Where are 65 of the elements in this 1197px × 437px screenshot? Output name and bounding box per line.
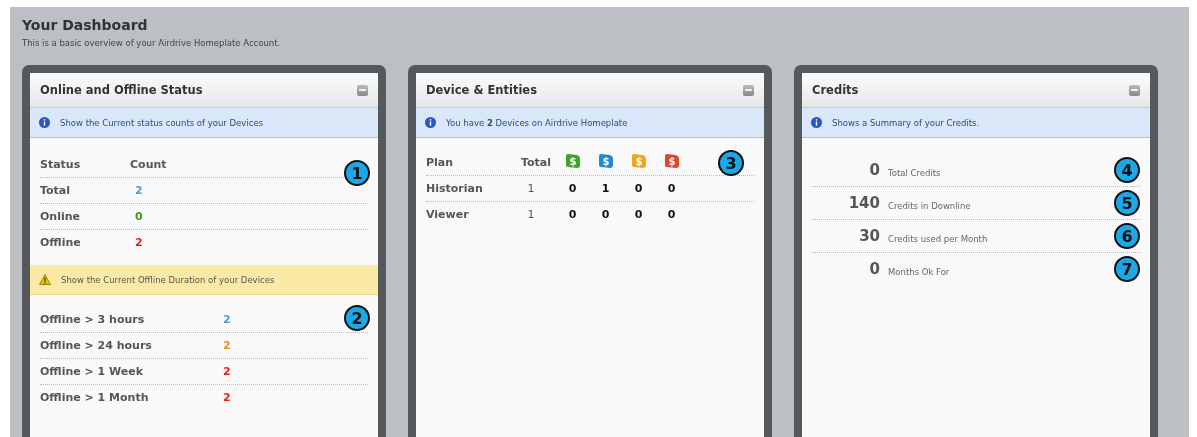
panel-title: Online and Offline Status	[40, 83, 203, 97]
info-icon	[425, 117, 436, 128]
status-count: 0	[135, 210, 144, 223]
credit-label: Credits in Downline	[888, 200, 971, 211]
status-count: 2	[135, 184, 144, 197]
collapse-button[interactable]	[743, 84, 754, 96]
credit-value: 0	[868, 260, 880, 278]
status-label: Total	[40, 184, 72, 197]
column-header: Total	[521, 156, 553, 169]
panel-title: Credits	[812, 83, 859, 97]
plan-name: Viewer	[426, 208, 470, 221]
dollar-tag-icon: $	[563, 153, 582, 169]
plan-count: 0	[666, 182, 677, 195]
credit-value: 0	[868, 161, 880, 179]
dollar-tag-icon: $	[596, 153, 615, 169]
column-header: Count	[130, 158, 168, 171]
callout-marker: 1	[344, 160, 370, 186]
callout-marker: 3	[718, 150, 744, 176]
duration-label: Offline > 3 hours	[40, 313, 146, 326]
column-header: Status	[40, 158, 82, 171]
plan-count: 0	[567, 182, 578, 195]
duration-count: 2	[223, 365, 232, 378]
credit-label: Total Credits	[888, 167, 941, 178]
plan-count: 0	[666, 208, 677, 221]
plan-count: 0	[600, 208, 611, 221]
duration-count: 2	[223, 313, 232, 326]
dollar-tag-icon: $	[662, 153, 681, 169]
plan-total: 1	[526, 208, 536, 221]
warning-text: Show the Current Offline Duration of your Devices	[61, 274, 275, 285]
status-label: Online	[40, 210, 81, 223]
info-icon	[811, 117, 822, 128]
column-header: Plan	[426, 156, 455, 169]
page-subtitle: This is a basic overview of your Airdrive Homeplate Account.	[22, 38, 282, 48]
callout-marker: 7	[1114, 256, 1140, 282]
page-title: Your Dashboard	[22, 17, 149, 33]
duration-count: 2	[223, 391, 232, 404]
info-text: Shows a Summary of your Credits.	[832, 117, 980, 128]
credit-label: Months Ok For	[888, 266, 950, 277]
collapse-button[interactable]	[1129, 84, 1140, 96]
duration-count: 2	[223, 339, 232, 352]
warning-icon	[39, 274, 51, 285]
info-text: Show the Current status counts of your Devices	[60, 117, 264, 128]
callout-marker: 5	[1114, 190, 1140, 216]
plan-count: 1	[600, 182, 611, 195]
status-label: Offline	[40, 236, 82, 249]
callout-marker: 2	[344, 305, 370, 331]
duration-label: Offline > 1 Week	[40, 365, 145, 378]
credit-value: 140	[847, 194, 880, 212]
callout-marker: 4	[1114, 157, 1140, 183]
collapse-button[interactable]	[357, 84, 368, 96]
duration-label: Offline > 24 hours	[40, 339, 153, 352]
panel-title: Device & Entities	[426, 83, 537, 97]
status-count: 2	[135, 236, 144, 249]
plan-count: 0	[633, 182, 644, 195]
dollar-tag-icon: $	[629, 153, 648, 169]
callout-marker: 6	[1114, 223, 1140, 249]
plan-count: 0	[567, 208, 578, 221]
credit-label: Credits used per Month	[888, 233, 988, 244]
credit-value: 30	[858, 227, 880, 245]
plan-count: 0	[633, 208, 644, 221]
duration-label: Offline > 1 Month	[40, 391, 150, 404]
info-text: You have 2 Devices on Airdrive Homeplate	[446, 117, 628, 128]
plan-total: 1	[526, 182, 536, 195]
plan-name: Historian	[426, 182, 484, 195]
info-icon	[39, 117, 50, 128]
